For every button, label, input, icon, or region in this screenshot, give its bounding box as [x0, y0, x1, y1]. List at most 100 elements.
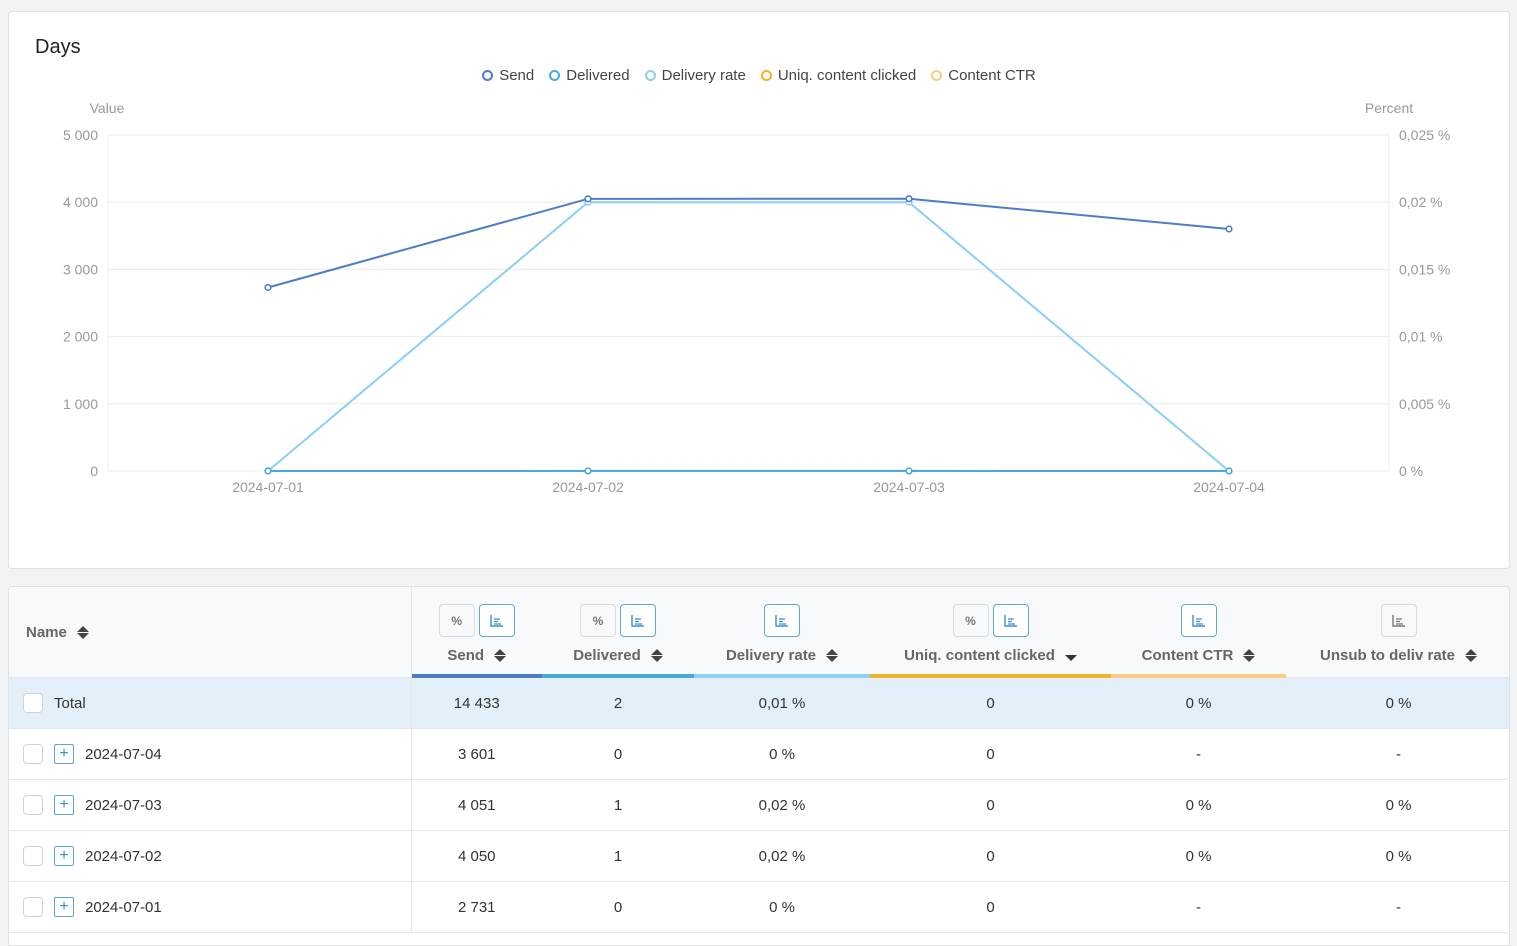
chart-toggle-button[interactable]: [1381, 604, 1417, 637]
cell-delivered: 1: [542, 780, 694, 831]
sort-icon[interactable]: [77, 626, 89, 639]
row-checkbox[interactable]: [23, 795, 43, 815]
cell-unsub-rate: 0 %: [1286, 678, 1510, 729]
row-checkbox[interactable]: [23, 897, 43, 917]
cell-send: 4 050: [411, 831, 542, 882]
cell-send: 3 601: [411, 729, 542, 780]
series-color-bar: [412, 674, 543, 678]
y-right-tick-label: 0,02 %: [1399, 194, 1443, 210]
data-point: [906, 196, 912, 202]
cell-uniq-clicked: 0: [870, 729, 1111, 780]
cell-send: 14 433: [411, 678, 542, 729]
column-label[interactable]: Delivered: [573, 647, 641, 664]
cell-content-ctr: 0 %: [1111, 678, 1286, 729]
row-name: 2024-07-03: [85, 797, 162, 814]
stats-table-card: Name% Send% Delivered Delivery rate% Uniq. c…: [8, 586, 1510, 946]
cell-delivery-rate: 0,02 %: [694, 831, 870, 882]
column-header-unsub-rate: Unsub to deliv rate: [1286, 587, 1510, 678]
table-row: +2024-07-034 05110,02 %00 %0 %: [9, 780, 1510, 831]
chart-toggle-button[interactable]: [479, 604, 515, 637]
cell-uniq-clicked: 0: [870, 780, 1111, 831]
data-point: [1226, 226, 1232, 232]
row-name: 2024-07-04: [85, 746, 162, 763]
cell-delivered: 1: [542, 831, 694, 882]
y-right-tick-label: 0,01 %: [1399, 329, 1443, 345]
y-left-tick-label: 1 000: [63, 396, 98, 412]
column-header-delivery-rate: Delivery rate: [694, 587, 870, 678]
percent-icon: %: [965, 614, 976, 628]
percent-icon: %: [593, 614, 604, 628]
cell-delivery-rate: 0 %: [694, 729, 870, 780]
expand-row-button[interactable]: +: [54, 846, 74, 866]
name-cell: Total: [9, 678, 411, 729]
cell-content-ctr: -: [1111, 729, 1286, 780]
column-label[interactable]: Unsub to deliv rate: [1320, 647, 1455, 664]
column-header-name: Name: [9, 587, 411, 678]
row-checkbox[interactable]: [23, 846, 43, 866]
y-left-tick-label: 4 000: [63, 194, 98, 210]
y-left-tick-label: 2 000: [63, 329, 98, 345]
column-label[interactable]: Send: [447, 647, 484, 664]
stats-table: Name% Send% Delivered Delivery rate% Uniq. c…: [9, 587, 1510, 933]
column-label[interactable]: Uniq. content clicked: [904, 647, 1055, 664]
cell-unsub-rate: 0 %: [1286, 831, 1510, 882]
data-point: [906, 468, 912, 474]
y-right-tick-label: 0,005 %: [1399, 396, 1450, 412]
y-left-tick-label: 5 000: [63, 127, 98, 143]
cell-delivery-rate: 0,02 %: [694, 780, 870, 831]
cell-delivery-rate: 0,01 %: [694, 678, 870, 729]
data-point: [265, 285, 271, 291]
name-cell: +2024-07-01: [9, 882, 411, 933]
expand-row-button[interactable]: +: [54, 795, 74, 815]
y-left-axis-label: Value: [90, 100, 125, 116]
chart-toggle-button[interactable]: [620, 604, 656, 637]
bar-chart-icon: [631, 615, 645, 627]
chart-toggle-button[interactable]: [764, 604, 800, 637]
sort-icon[interactable]: [1465, 649, 1477, 662]
name-cell: +2024-07-04: [9, 729, 411, 780]
plus-icon: +: [59, 899, 68, 915]
cell-content-ctr: 0 %: [1111, 831, 1286, 882]
table-row: +2024-07-012 73100 %0--: [9, 882, 1510, 933]
sort-icon[interactable]: [826, 649, 838, 662]
column-header-uniq-clicked: % Uniq. content clicked: [870, 587, 1111, 678]
row-checkbox[interactable]: [23, 693, 43, 713]
cell-send: 4 051: [411, 780, 542, 831]
chart-toggle-button[interactable]: [1181, 604, 1217, 637]
line-chart: 01 0002 0003 0004 0005 0000 %0,005 %0,01…: [9, 12, 1511, 570]
data-point: [265, 468, 271, 474]
percent-toggle-button[interactable]: %: [580, 604, 616, 637]
sort-desc-icon[interactable]: [1065, 655, 1077, 661]
cell-unsub-rate: 0 %: [1286, 780, 1510, 831]
cell-uniq-clicked: 0: [870, 882, 1111, 933]
expand-row-button[interactable]: +: [54, 897, 74, 917]
x-tick-label: 2024-07-04: [1193, 479, 1265, 495]
sort-icon[interactable]: [494, 649, 506, 662]
row-checkbox[interactable]: [23, 744, 43, 764]
row-name: Total: [54, 695, 86, 712]
column-label[interactable]: Name: [26, 624, 67, 641]
bar-chart-icon: [1392, 615, 1406, 627]
x-tick-label: 2024-07-03: [873, 479, 945, 495]
percent-toggle-button[interactable]: %: [439, 604, 475, 637]
chart-card: Days SendDeliveredDelivery rateUniq. con…: [8, 11, 1510, 569]
chart-toggle-button[interactable]: [993, 604, 1029, 637]
name-cell: +2024-07-03: [9, 780, 411, 831]
column-label[interactable]: Delivery rate: [726, 647, 816, 664]
data-point: [1226, 468, 1232, 474]
data-point: [585, 196, 591, 202]
name-cell: +2024-07-02: [9, 831, 411, 882]
y-right-axis-label: Percent: [1365, 100, 1413, 116]
cell-unsub-rate: -: [1286, 729, 1510, 780]
bar-chart-icon: [1192, 615, 1206, 627]
percent-toggle-button[interactable]: %: [953, 604, 989, 637]
column-label[interactable]: Content CTR: [1142, 647, 1234, 664]
y-right-tick-label: 0,025 %: [1399, 127, 1450, 143]
row-name: 2024-07-01: [85, 899, 162, 916]
sort-icon[interactable]: [1243, 649, 1255, 662]
sort-icon[interactable]: [651, 649, 663, 662]
series-color-bar: [542, 674, 694, 678]
expand-row-button[interactable]: +: [54, 744, 74, 764]
y-left-tick-label: 3 000: [63, 261, 98, 277]
plus-icon: +: [59, 746, 68, 762]
